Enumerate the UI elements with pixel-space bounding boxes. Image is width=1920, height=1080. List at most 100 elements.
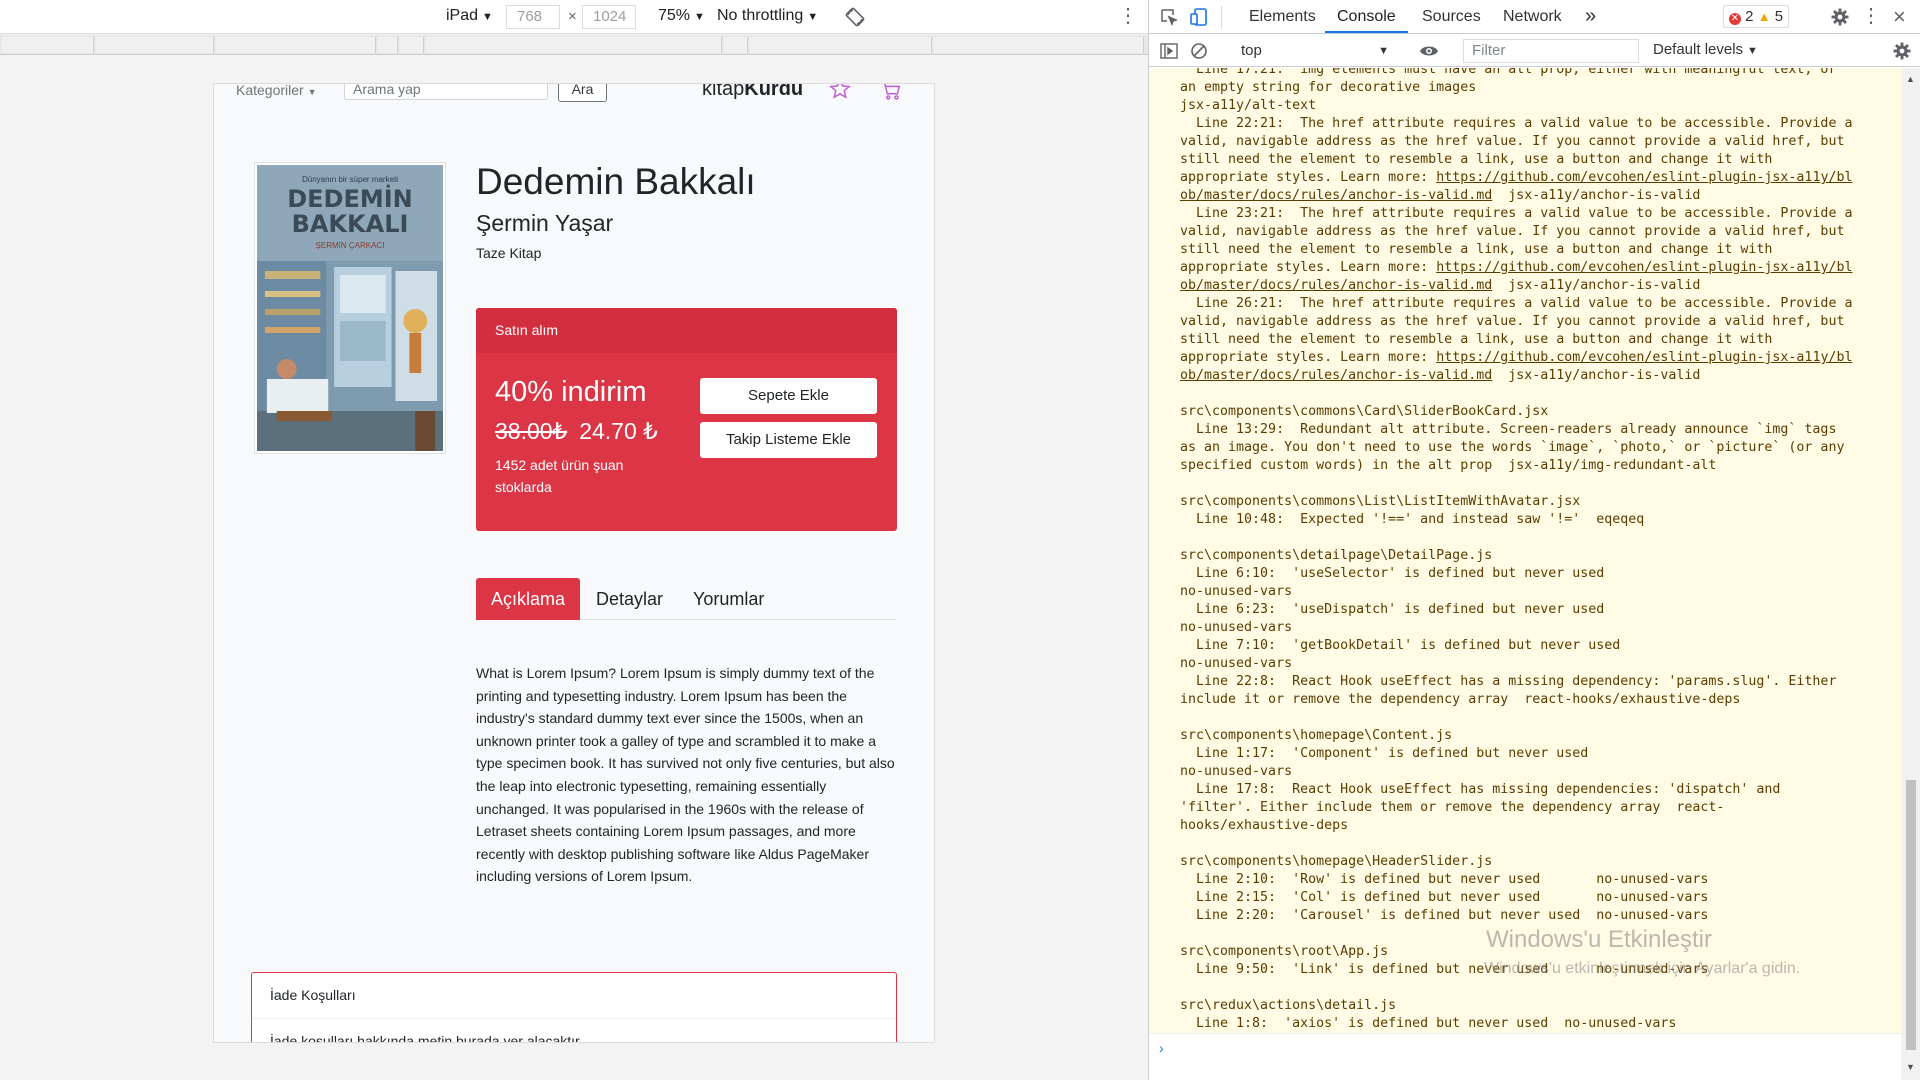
- device-toggle-icon[interactable]: [1189, 7, 1209, 27]
- caret-down-icon: ▼: [1378, 45, 1389, 57]
- book-cover-image: Dünyanın bir süper marketi DEDEMİN BAKKAL…: [254, 162, 446, 454]
- site-logo[interactable]: kitapKurdu: [702, 84, 803, 101]
- more-options-icon[interactable]: ⋮: [1118, 6, 1138, 26]
- search-button[interactable]: Ara: [558, 84, 607, 102]
- console-filter-input[interactable]: Filter: [1463, 39, 1639, 63]
- more-tabs-icon[interactable]: »: [1585, 0, 1596, 33]
- console-output[interactable]: Line 17:21: img elements must have an al…: [1149, 68, 1901, 1033]
- console-line: src\redux\actions\detail.js: [1180, 998, 1397, 1013]
- console-line: still need the element to resemble a lin…: [1180, 242, 1773, 257]
- levels-label: Default levels: [1653, 41, 1744, 58]
- console-line: src\components\homepage\HeaderSlider.js: [1180, 854, 1493, 869]
- console-line: include it or remove the dependency arra…: [1180, 692, 1741, 707]
- console-line: Line 22:8: React Hook useEffect has a mi…: [1180, 674, 1837, 689]
- sidebar-toggle-icon[interactable]: [1159, 41, 1179, 61]
- rotate-icon[interactable]: [845, 7, 865, 27]
- console-line: Line 6:10: 'useSelector' is defined but …: [1180, 566, 1605, 581]
- categories-dropdown[interactable]: Kategoriler ▼: [236, 84, 317, 98]
- discount-label: 40% indirim: [495, 376, 647, 408]
- console-line: still need the element to resemble a lin…: [1180, 332, 1773, 347]
- cart-icon[interactable]: [880, 84, 902, 102]
- tab-aciklama[interactable]: Açıklama: [476, 578, 581, 620]
- book-title: Dedemin Bakkalı: [476, 161, 756, 202]
- logo-bold-text: Kurdu: [744, 84, 804, 100]
- stock-info: 1452 adet ürün şuan stoklarda: [495, 457, 624, 495]
- ruler-segment[interactable]: [216, 37, 376, 53]
- devtools-menu-icon[interactable]: ⋮: [1861, 6, 1881, 26]
- devtools-tabbar: Elements Console Sources Network » ✕ 2 ▲…: [1149, 0, 1920, 34]
- ruler-segment[interactable]: [934, 37, 1144, 53]
- zoom-label: 75%: [658, 7, 691, 24]
- console-line: no-unused-vars: [1180, 656, 1293, 671]
- docs-link[interactable]: https://github.com/evcohen/eslint-plugin…: [1436, 260, 1852, 275]
- prompt-chevron-icon: ›: [1159, 1040, 1164, 1056]
- tab-yorumlar[interactable]: Yorumlar: [678, 578, 779, 620]
- console-line: appropriate styles. Learn more: https://…: [1180, 170, 1853, 185]
- scroll-up-icon[interactable]: ▲: [1906, 74, 1915, 84]
- book-tabs: Açıklama Detaylar Yorumlar: [476, 578, 897, 620]
- console-scrollbar[interactable]: ▲ ▼: [1901, 68, 1920, 1080]
- scroll-down-icon[interactable]: ▼: [1906, 1062, 1915, 1072]
- execution-context-select[interactable]: top ▼: [1237, 40, 1397, 62]
- star-icon[interactable]: [829, 84, 851, 100]
- device-select[interactable]: iPad ▼: [446, 7, 493, 25]
- return-policy-title[interactable]: İade Koşulları: [252, 973, 896, 1019]
- throttling-select[interactable]: No throttling ▼: [717, 7, 818, 25]
- log-levels-select[interactable]: Default levels ▼: [1653, 41, 1758, 58]
- console-line: ob/master/docs/rules/anchor-is-valid.md …: [1180, 188, 1701, 203]
- issues-counter[interactable]: ✕ 2 ▲ 5: [1723, 5, 1790, 28]
- console-line: Line 7:10: 'getBookDetail' is defined bu…: [1180, 638, 1621, 653]
- console-line: as an image. You don't need to use the w…: [1180, 440, 1845, 455]
- console-line: no-unused-vars: [1180, 764, 1293, 779]
- tab-detaylar[interactable]: Detaylar: [581, 578, 678, 620]
- context-label: top: [1241, 42, 1262, 59]
- ruler-segment[interactable]: [724, 37, 748, 53]
- console-settings-gear-icon[interactable]: [1892, 41, 1912, 61]
- media-query-ruler: [0, 35, 1148, 55]
- book-description: What is Lorem Ipsum? Lorem Ipsum is simp…: [476, 665, 895, 885]
- search-input[interactable]: Arama yap: [344, 84, 548, 100]
- eye-icon[interactable]: [1419, 41, 1439, 61]
- docs-link[interactable]: ob/master/docs/rules/anchor-is-valid.md: [1180, 188, 1492, 203]
- ruler-segment[interactable]: [400, 37, 424, 53]
- inspect-element-icon[interactable]: [1159, 7, 1179, 27]
- ruler-segment[interactable]: [426, 37, 722, 53]
- console-line: ob/master/docs/rules/anchor-is-valid.md …: [1180, 278, 1701, 293]
- toolbar-divider: [1221, 6, 1222, 28]
- console-line: no-unused-vars: [1180, 620, 1293, 635]
- cover-title-line: DEDEMİN: [287, 185, 413, 213]
- categories-label: Kategoriler: [236, 84, 304, 98]
- caret-down-icon: ▼: [1747, 45, 1758, 57]
- scroll-thumb[interactable]: [1906, 780, 1916, 1050]
- ruler-segment[interactable]: [750, 37, 932, 53]
- console-toolbar: top ▼ Filter Default levels ▼: [1149, 35, 1920, 67]
- console-line: src\components\commons\Card\SliderBookCa…: [1180, 404, 1549, 419]
- docs-link[interactable]: ob/master/docs/rules/anchor-is-valid.md: [1180, 278, 1492, 293]
- docs-link[interactable]: https://github.com/evcohen/eslint-plugin…: [1436, 350, 1852, 365]
- console-line: Line 1:8: 'axios' is defined but never u…: [1180, 1016, 1677, 1031]
- add-to-watchlist-button[interactable]: Takip Listeme Ekle: [700, 422, 877, 458]
- console-prompt[interactable]: ›: [1149, 1033, 1901, 1080]
- console-line: hooks/exhaustive-deps: [1180, 818, 1349, 833]
- clear-console-icon[interactable]: [1189, 41, 1209, 61]
- width-input[interactable]: 768: [506, 5, 560, 29]
- close-icon[interactable]: ×: [1893, 4, 1906, 30]
- ruler-segment[interactable]: [378, 37, 398, 53]
- tab-sources[interactable]: Sources: [1422, 0, 1481, 33]
- return-policy-body: İade koşulları hakkında metin burada yer…: [270, 1033, 583, 1043]
- docs-link[interactable]: https://github.com/evcohen/eslint-plugin…: [1436, 170, 1852, 185]
- tab-network[interactable]: Network: [1503, 0, 1562, 33]
- console-line: valid, navigable address as the href val…: [1180, 224, 1845, 239]
- book-author[interactable]: Şermin Yaşar: [476, 210, 613, 237]
- tab-console[interactable]: Console: [1325, 0, 1408, 33]
- ruler-segment[interactable]: [2, 37, 94, 53]
- settings-gear-icon[interactable]: [1830, 7, 1850, 27]
- height-input[interactable]: 1024: [582, 5, 636, 29]
- docs-link[interactable]: ob/master/docs/rules/anchor-is-valid.md: [1180, 368, 1492, 383]
- console-line: Line 2:15: 'Col' is defined but never us…: [1180, 890, 1709, 905]
- zoom-select[interactable]: 75% ▼: [658, 7, 705, 25]
- tab-elements[interactable]: Elements: [1249, 0, 1316, 33]
- add-to-cart-button[interactable]: Sepete Ekle: [700, 378, 877, 414]
- book-publisher[interactable]: Taze Kitap: [476, 245, 541, 261]
- ruler-segment[interactable]: [96, 37, 214, 53]
